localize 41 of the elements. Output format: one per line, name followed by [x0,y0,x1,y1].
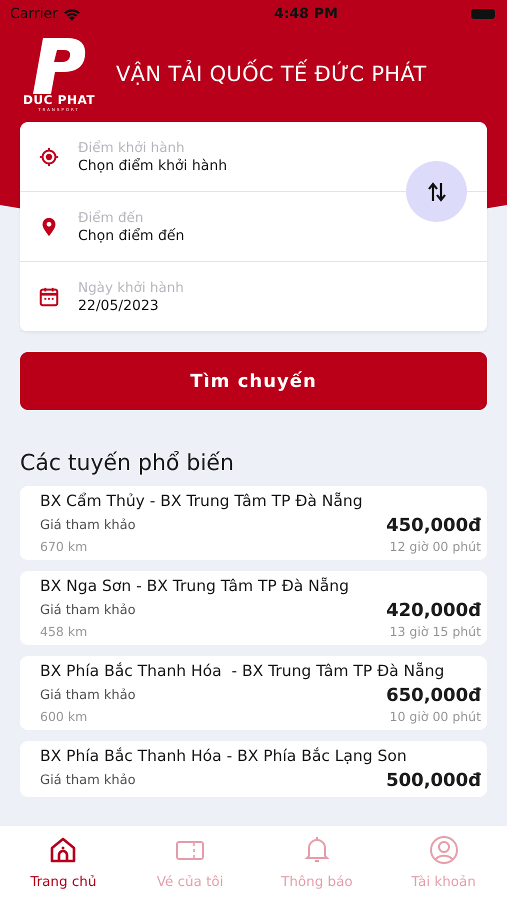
field-label: Điểm đến [78,210,144,226]
route-duration: 13 giờ 15 phút [390,624,481,639]
route-price: 500,000đ [386,770,481,791]
calendar-icon [38,286,60,308]
field-label: Điểm khởi hành [78,140,186,156]
price-label: Giá tham khảo [40,603,136,618]
route-card[interactable]: BX Cẩm Thủy - BX Trung Tâm TP Đà Nẵng Giá tham khảo 450,000đ 670 km 12 giờ 00 phút [20,486,487,560]
battery-icon [471,9,495,19]
carrier-label: Carrier [10,6,58,22]
route-card[interactable]: BX Phía Bắc Thanh Hóa - BX Phía Bắc Lạng Son Giá tham khảo 500,000đ [20,741,487,797]
section-heading: Các tuyến phổ biến [20,451,235,476]
route-name: BX Nga Sơn - BX Trung Tâm TP Đà Nẵng [40,576,350,596]
route-distance: 600 km [40,709,88,724]
route-name: BX Phía Bắc Thanh Hóa - BX Trung Tâm TP Đà Nẵng [40,661,446,681]
tab-item[interactable]: Trang chủ [0,826,127,900]
route-distance: 670 km [40,539,88,554]
swap-arrows-icon [426,180,448,202]
status-time: 4:48 PM [274,6,338,22]
route-card[interactable]: BX Nga Sơn - BX Trung Tâm TP Đà Nẵng Giá tham khảo 420,000đ 458 km 13 giờ 15 phút [20,571,487,645]
route-price: 420,000đ [386,600,481,621]
price-label: Giá tham khảo [40,688,136,703]
wifi-icon [62,8,81,20]
route-price: 650,000đ [386,685,481,706]
route-name: BX Phía Bắc Thanh Hóa - BX Phía Bắc Lạng Son [40,746,408,766]
route-duration: 10 giờ 00 phút [390,709,481,724]
field-label: Ngày khởi hành [78,280,184,296]
price-label: Giá tham khảo [40,773,136,788]
user-icon [428,834,460,866]
logo-text: DUC PHAT [22,94,96,107]
target-icon [38,146,60,168]
field-value: Chọn điểm khởi hành [78,158,228,174]
route-duration: 12 giờ 00 phút [390,539,481,554]
route-card[interactable]: BX Phía Bắc Thanh Hóa - BX Trung Tâm TP Đà Nẵng Giá tham khảo 650,000đ 600 km 10 giờ 00 phút [20,656,487,730]
route-name: BX Cẩm Thủy - BX Trung Tâm TP Đà Nẵng [40,491,364,511]
form-field[interactable]: Ngày khởi hành 22/05/2023 [20,262,487,332]
route-price: 450,000đ [386,515,481,536]
search-button[interactable]: Tìm chuyến [20,352,487,410]
field-value: Chọn điểm đến [78,228,184,244]
price-label: Giá tham khảo [40,518,136,533]
route-distance: 458 km [40,624,88,639]
field-value: 22/05/2023 [78,298,160,314]
